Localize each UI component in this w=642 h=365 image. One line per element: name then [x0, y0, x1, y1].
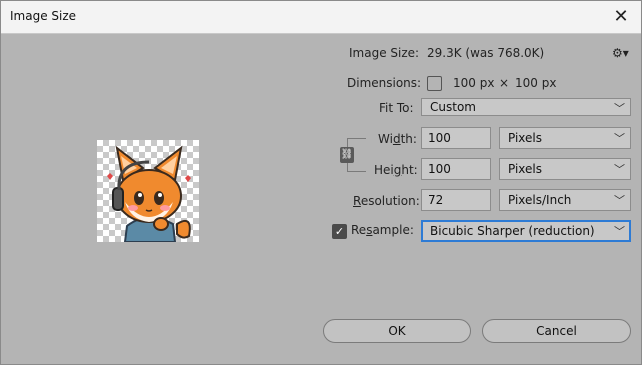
image-size-label: Image Size: — [349, 46, 420, 60]
link-bracket-bottom — [347, 163, 366, 172]
chevron-down-icon: ﹀ — [614, 132, 625, 145]
title-bar: Image Size ✕ — [1, 1, 641, 34]
image-size-value: 29.3K (was 768.0K) — [427, 46, 545, 60]
height-unit-value: Pixels — [508, 162, 543, 176]
chevron-down-icon: ﹀ — [614, 163, 625, 176]
width-label: Width: — [378, 132, 417, 146]
fit-to-value: Custom — [430, 100, 476, 114]
width-unit-value: Pixels — [508, 131, 543, 145]
chevron-down-icon: ﹀ — [614, 225, 625, 238]
fit-to-select[interactable]: Custom ﹀ — [421, 98, 631, 116]
height-label: Height: — [374, 163, 418, 177]
resample-method-select[interactable]: Bicubic Sharper (reduction) ﹀ — [421, 220, 631, 242]
resolution-unit-select[interactable]: Pixels/Inch ﹀ — [499, 189, 631, 211]
resolution-label: Resolution: — [353, 194, 420, 208]
resample-method-value: Bicubic Sharper (reduction) — [430, 224, 595, 238]
image-size-dialog: Image Size ✕ Image Size: 29.3K (was 768.… — [0, 0, 642, 365]
height-input[interactable]: 100 — [421, 158, 491, 180]
resample-label: Resample: — [351, 223, 414, 237]
height-unit-select[interactable]: Pixels ﹀ — [499, 158, 631, 180]
cancel-button[interactable]: Cancel — [482, 319, 631, 343]
dimensions-toggle-checkbox[interactable] — [427, 76, 442, 91]
dimensions-label: Dimensions: — [347, 76, 422, 90]
resolution-input[interactable]: 72 — [421, 189, 491, 211]
chevron-down-icon: ﹀ — [614, 194, 625, 207]
dialog-title: Image Size — [10, 9, 77, 23]
dimensions-times-sign: × — [499, 76, 510, 90]
image-preview — [97, 140, 199, 242]
dimensions-width-value: 100 px — [453, 76, 495, 90]
resolution-unit-value: Pixels/Inch — [508, 193, 572, 207]
resample-checkbox[interactable]: ✓ — [332, 224, 347, 239]
close-icon[interactable]: ✕ — [609, 5, 633, 29]
link-bracket-top — [347, 138, 366, 147]
fox-sticker-image — [107, 145, 191, 242]
fit-to-label: Fit To: — [379, 101, 414, 115]
ok-button[interactable]: OK — [323, 319, 471, 343]
width-unit-select[interactable]: Pixels ﹀ — [499, 127, 631, 149]
chevron-down-icon: ﹀ — [614, 102, 625, 115]
chain-link-icon[interactable]: ⛓ — [340, 147, 354, 163]
gear-icon[interactable]: ⚙▾ — [612, 46, 629, 60]
width-input[interactable]: 100 — [421, 127, 491, 149]
dimensions-height-value: 100 px — [515, 76, 557, 90]
